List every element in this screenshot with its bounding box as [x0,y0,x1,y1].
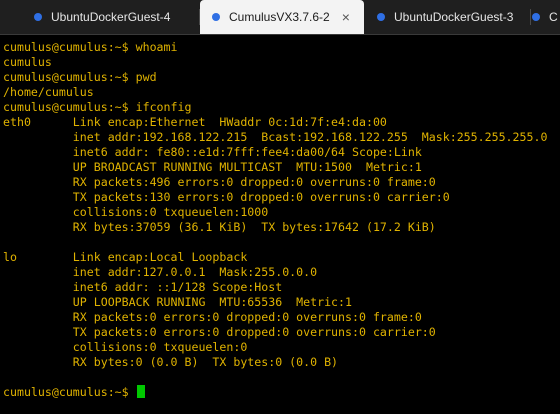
tab-label: UbuntuDockerGuest-4 [51,10,171,24]
terminal-line: inet addr:192.168.122.215 Bcast:192.168.… [3,130,548,144]
terminal-line: inet6 addr: ::1/128 Scope:Host [3,280,283,294]
terminal-line: eth0 Link encap:Ethernet HWaddr 0c:1d:7f… [3,115,387,129]
terminal-line: RX packets:496 errors:0 dropped:0 overru… [3,175,436,189]
tab-bar: UbuntuDockerGuest-4 CumulusVX3.7.6-2 × U… [0,0,560,35]
terminal-line: collisions:0 txqueuelen:1000 [3,205,269,219]
tab-divider [530,9,531,25]
tab-label: C [549,10,558,24]
terminal-line: inet addr:127.0.0.1 Mask:255.0.0.0 [3,265,318,279]
tab-partially-visible[interactable]: C [532,0,560,34]
terminal-line: lo Link encap:Local Loopback [3,250,248,264]
terminal-line: cumulus@cumulus:~$ [3,385,145,400]
terminal-line: cumulus@cumulus:~$ ifconfig [3,100,192,114]
terminal-line: RX bytes:0 (0.0 B) TX bytes:0 (0.0 B) [3,355,339,369]
tab-ubuntu-docker-guest-3[interactable]: UbuntuDockerGuest-3 [365,0,529,34]
terminal-line: /home/cumulus [3,85,94,99]
tab-ubuntu-docker-guest-4[interactable]: UbuntuDockerGuest-4 [34,0,198,34]
terminal-line: UP BROADCAST RUNNING MULTICAST MTU:1500 … [3,160,422,174]
terminal-line: RX packets:0 errors:0 dropped:0 overruns… [3,310,422,324]
terminal-line: cumulus@cumulus:~$ pwd [3,70,157,84]
connection-status-icon [212,13,220,21]
terminal-line: cumulus [3,55,52,69]
terminal-line: inet6 addr: fe80::e1d:7fff:fee4:da00/64 … [3,145,422,159]
terminal-output[interactable]: cumulus@cumulus:~$ whoami cumulus cumulus@… [0,35,560,414]
tab-label: UbuntuDockerGuest-3 [394,10,514,24]
terminal-line: cumulus@cumulus:~$ whoami [3,40,178,54]
connection-status-icon [532,13,540,21]
terminal-line: collisions:0 txqueuelen:0 [3,340,248,354]
terminal-line: TX packets:130 errors:0 dropped:0 overru… [3,190,450,204]
terminal-line: UP LOOPBACK RUNNING MTU:65536 Metric:1 [3,295,353,309]
connection-status-icon [377,13,385,21]
terminal-cursor [136,385,145,398]
tab-label: CumulusVX3.7.6-2 [229,10,330,24]
connection-status-icon [34,13,42,21]
tab-cumulusvx-3-7-6-2[interactable]: CumulusVX3.7.6-2 × [200,0,364,34]
terminal-line: TX packets:0 errors:0 dropped:0 overruns… [3,325,436,339]
close-tab-icon[interactable]: × [342,9,350,25]
terminal-line: RX bytes:37059 (36.1 KiB) TX bytes:17642… [3,220,436,234]
